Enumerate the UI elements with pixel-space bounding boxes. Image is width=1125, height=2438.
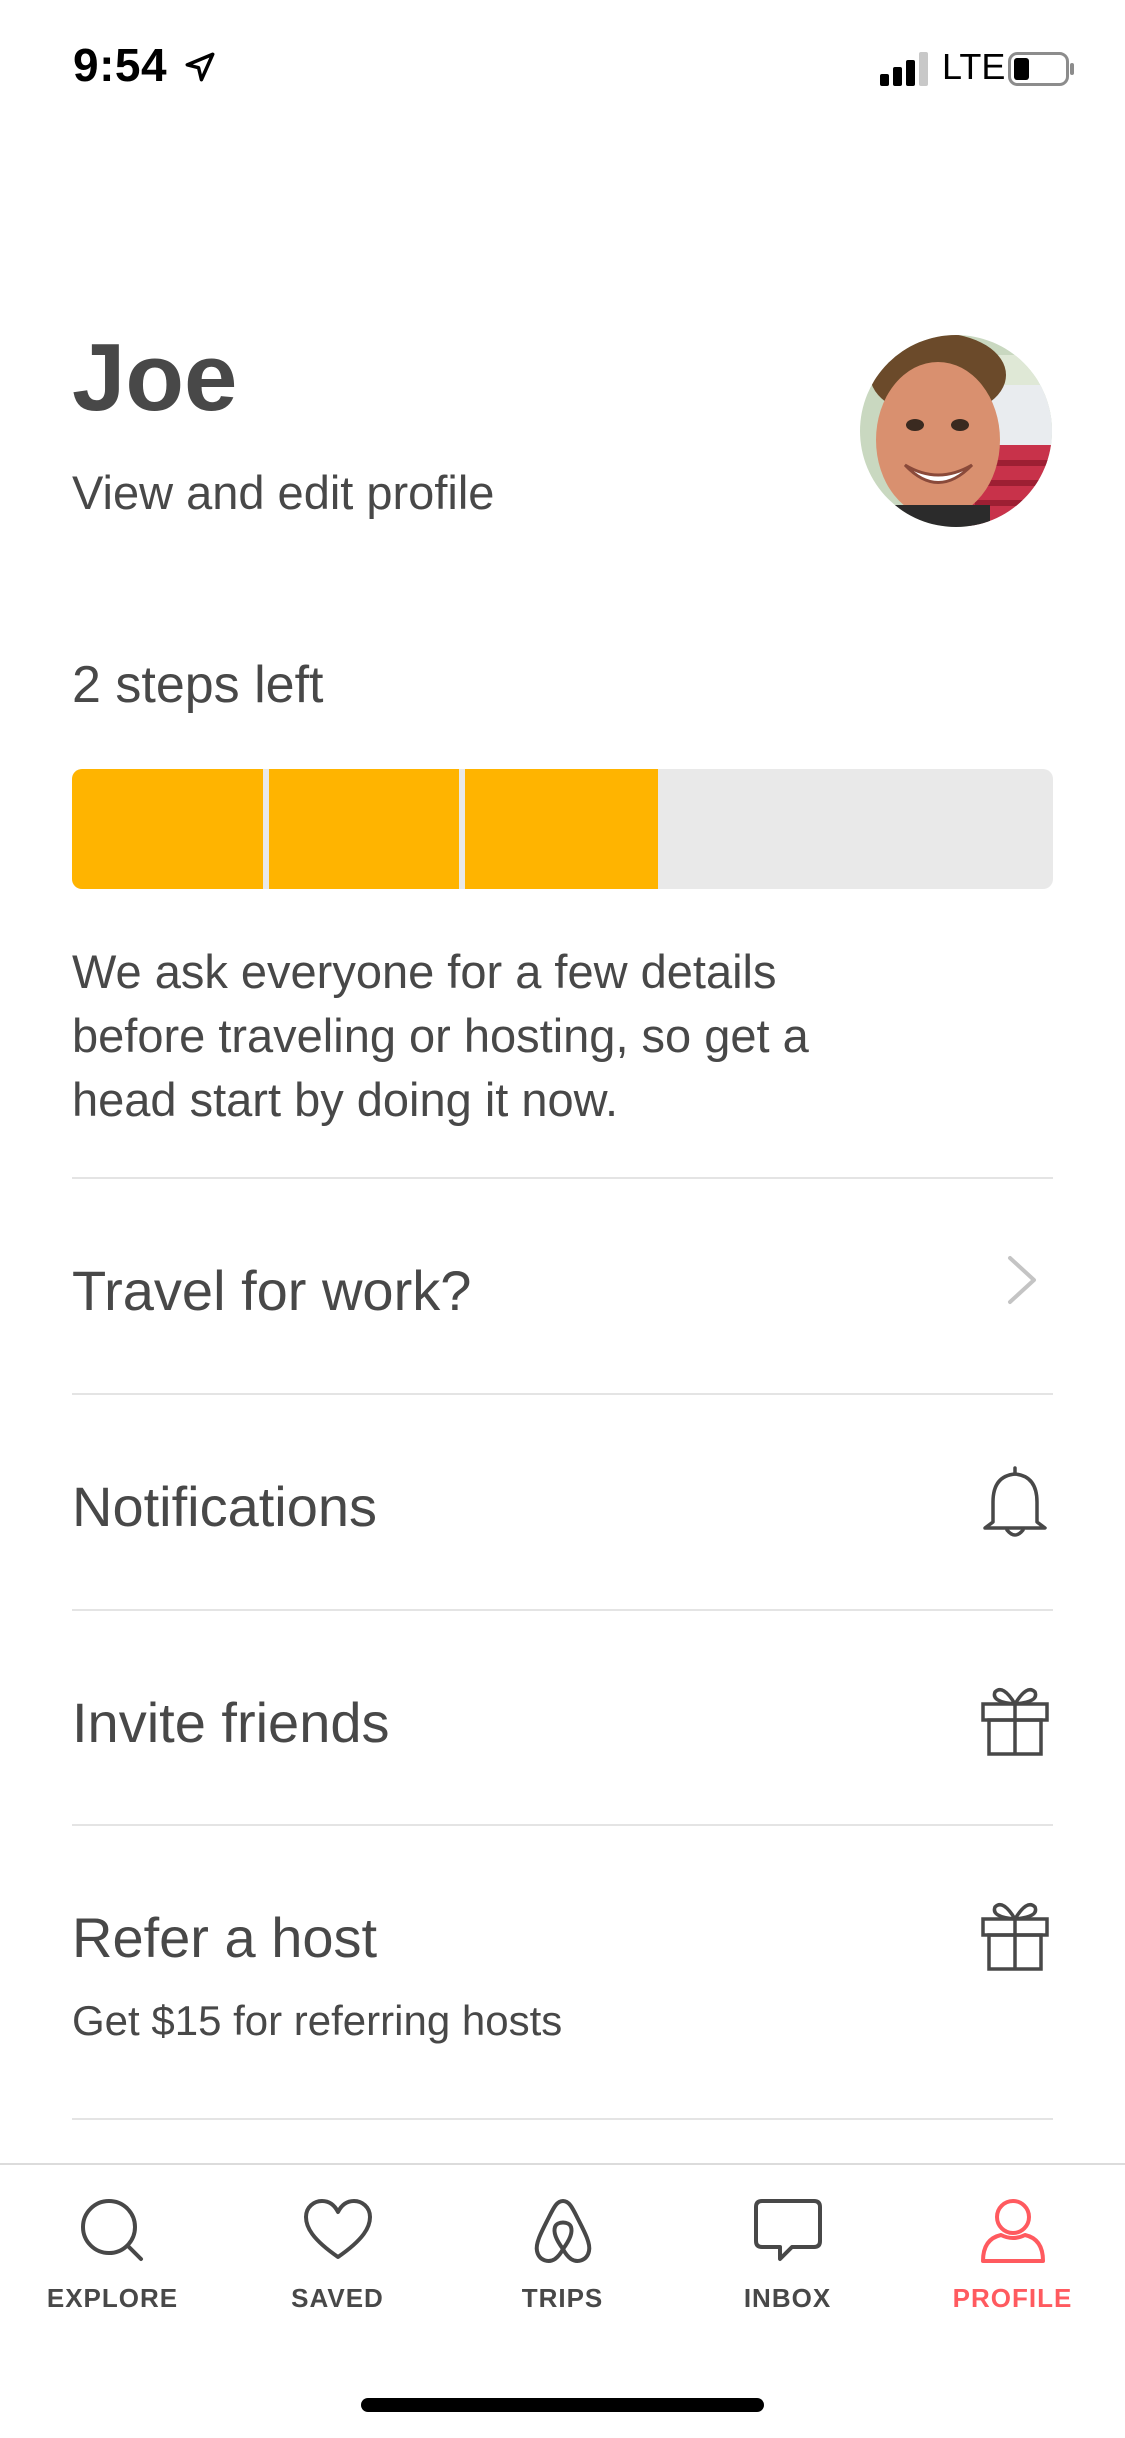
tab-label: PROFILE: [952, 2283, 1073, 2313]
avatar[interactable]: [860, 335, 1052, 527]
gift-icon: [981, 1688, 1049, 1756]
tab-profile[interactable]: PROFILE: [900, 2165, 1125, 2345]
travel-for-work-row[interactable]: Travel for work?: [0, 1180, 1125, 1380]
search-icon: [81, 2199, 143, 2261]
tab-label: TRIPS: [521, 2283, 604, 2313]
signal-icon: [880, 52, 928, 86]
battery-icon: [1008, 52, 1074, 86]
steps-left-label: 2 steps left: [72, 656, 324, 714]
refer-a-host-sublabel: Get $15 for referring hosts: [72, 1997, 563, 2044]
location-arrow-icon: [185, 52, 215, 82]
divider: [72, 1609, 1053, 1611]
tab-inbox[interactable]: INBOX: [675, 2165, 900, 2345]
tab-label: EXPLORE: [46, 2283, 179, 2313]
tab-label: SAVED: [291, 2283, 384, 2313]
divider: [72, 2118, 1053, 2120]
notifications-label: Notifications: [72, 1475, 378, 1538]
profile-name: Joe: [72, 324, 238, 431]
heart-icon: [304, 2199, 372, 2259]
divider: [72, 1177, 1053, 1179]
tab-label: INBOX: [743, 2283, 832, 2313]
refer-a-host-row[interactable]: Refer a host Get $15 for referring hosts: [0, 1827, 1125, 2117]
progress-description: We ask everyone for a few details before…: [72, 945, 809, 1126]
person-icon: [981, 2199, 1045, 2263]
progress-segment: [72, 769, 263, 889]
bell-icon: [983, 1466, 1047, 1537]
view-edit-profile-link[interactable]: View and edit profile: [72, 465, 494, 520]
status-bar: 9:54 LTE: [0, 0, 1125, 140]
profile-progress-bar: [72, 769, 1053, 889]
home-indicator: [361, 2398, 764, 2412]
chevron-right-icon: [1008, 1256, 1036, 1304]
avatar-photo: [860, 335, 1052, 527]
tab-trips[interactable]: TRIPS: [450, 2165, 675, 2345]
refer-a-host-label: Refer a host: [72, 1906, 378, 1969]
tab-bar: EXPLORE SAVED TRIPS INBOX PROFILE: [0, 2163, 1125, 2438]
divider: [72, 1393, 1053, 1395]
travel-for-work-label: Travel for work?: [72, 1259, 472, 1322]
tab-explore[interactable]: EXPLORE: [0, 2165, 225, 2345]
network-label: LTE: [942, 46, 1006, 87]
gift-icon: [981, 1903, 1049, 1971]
tab-saved[interactable]: SAVED: [225, 2165, 450, 2345]
notifications-row[interactable]: Notifications: [0, 1396, 1125, 1596]
invite-friends-label: Invite friends: [72, 1691, 390, 1754]
airbnb-logo-icon: [534, 2199, 592, 2263]
progress-segment: [269, 769, 459, 889]
progress-segment: [465, 769, 658, 889]
status-time: 9:54: [73, 39, 168, 91]
chat-icon: [754, 2199, 822, 2261]
divider: [72, 1824, 1053, 1826]
invite-friends-row[interactable]: Invite friends: [0, 1612, 1125, 1812]
